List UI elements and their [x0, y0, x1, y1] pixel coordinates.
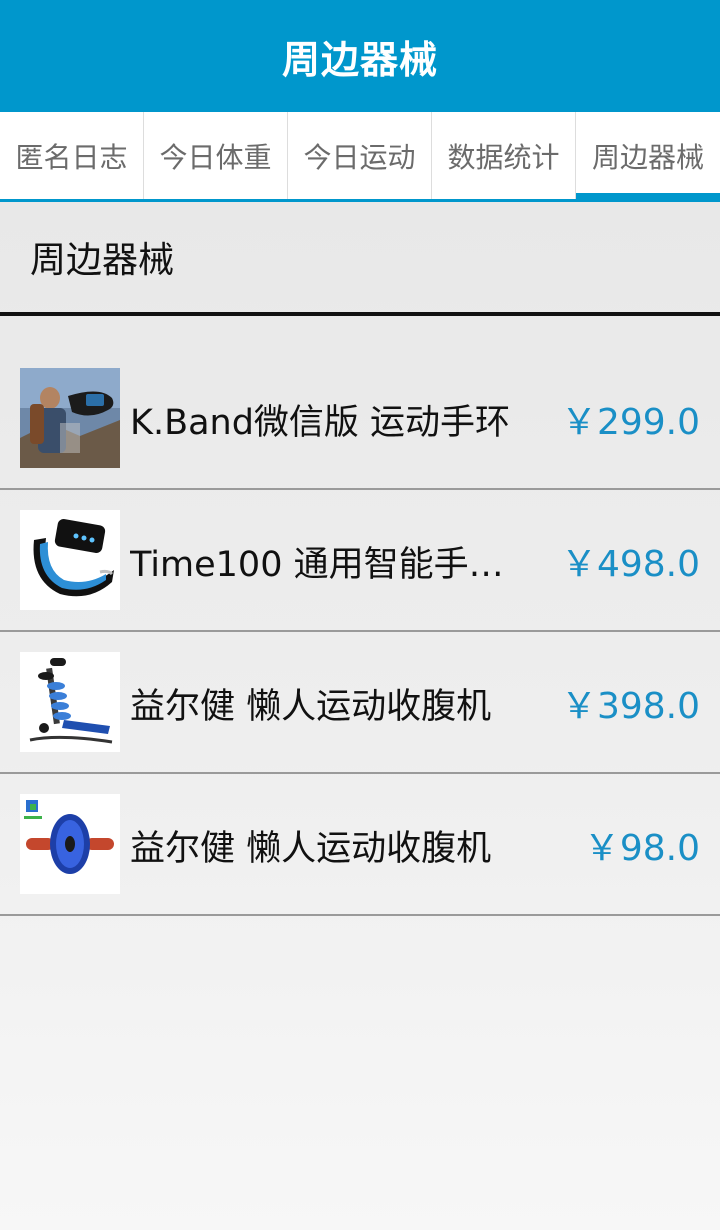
product-name-text: 益尔健 懒人运动收腹机: [130, 686, 492, 727]
tab-equipment[interactable]: 周边器械: [576, 112, 720, 199]
section-title: 周边器械: [30, 240, 175, 281]
product-name-text: Time100 通用智能手…: [130, 544, 504, 585]
product-image-kband: [20, 368, 120, 468]
product-name-text: 益尔健 懒人运动收腹机: [130, 828, 492, 869]
product-name-text: K.Band微信版 运动手环: [130, 402, 511, 443]
tab-today-weight[interactable]: 今日体重: [144, 112, 288, 199]
page-title: 周边器械: [281, 37, 438, 82]
tab-bar: 匿名日志 今日体重 今日运动 数据统计 周边器械: [0, 112, 720, 202]
list-item[interactable]: 益尔健 懒人运动收腹机 ￥98.0: [0, 774, 720, 916]
product-price: ￥299.0: [560, 402, 700, 443]
list-item[interactable]: K.Band微信版 运动手环 ￥299.0: [0, 348, 720, 490]
product-price: ￥498.0: [560, 544, 700, 585]
product-image-time100: [20, 510, 120, 610]
product-price: ￥398.0: [560, 686, 700, 727]
product-image-ab-wheel: [20, 794, 120, 894]
product-list: K.Band微信版 运动手环 ￥299.0 Time100 通用智能手… ￥49…: [0, 348, 720, 916]
product-name: 益尔健 懒人运动收腹机: [130, 632, 550, 774]
list-item[interactable]: Time100 通用智能手… ￥498.0: [0, 490, 720, 632]
app-bar: 周边器械: [0, 0, 720, 112]
list-item[interactable]: 益尔健 懒人运动收腹机 ￥398.0: [0, 632, 720, 774]
product-name: K.Band微信版 运动手环: [130, 348, 550, 490]
product-price: ￥98.0: [583, 828, 700, 869]
section-header: 周边器械: [0, 202, 720, 316]
product-image-ab-machine: [20, 652, 120, 752]
product-name: 益尔健 懒人运动收腹机: [130, 774, 550, 916]
product-name: Time100 通用智能手…: [130, 490, 550, 632]
tab-today-exercise[interactable]: 今日运动: [288, 112, 432, 199]
tab-statistics[interactable]: 数据统计: [432, 112, 576, 199]
tab-anonymous-log[interactable]: 匿名日志: [0, 112, 144, 199]
